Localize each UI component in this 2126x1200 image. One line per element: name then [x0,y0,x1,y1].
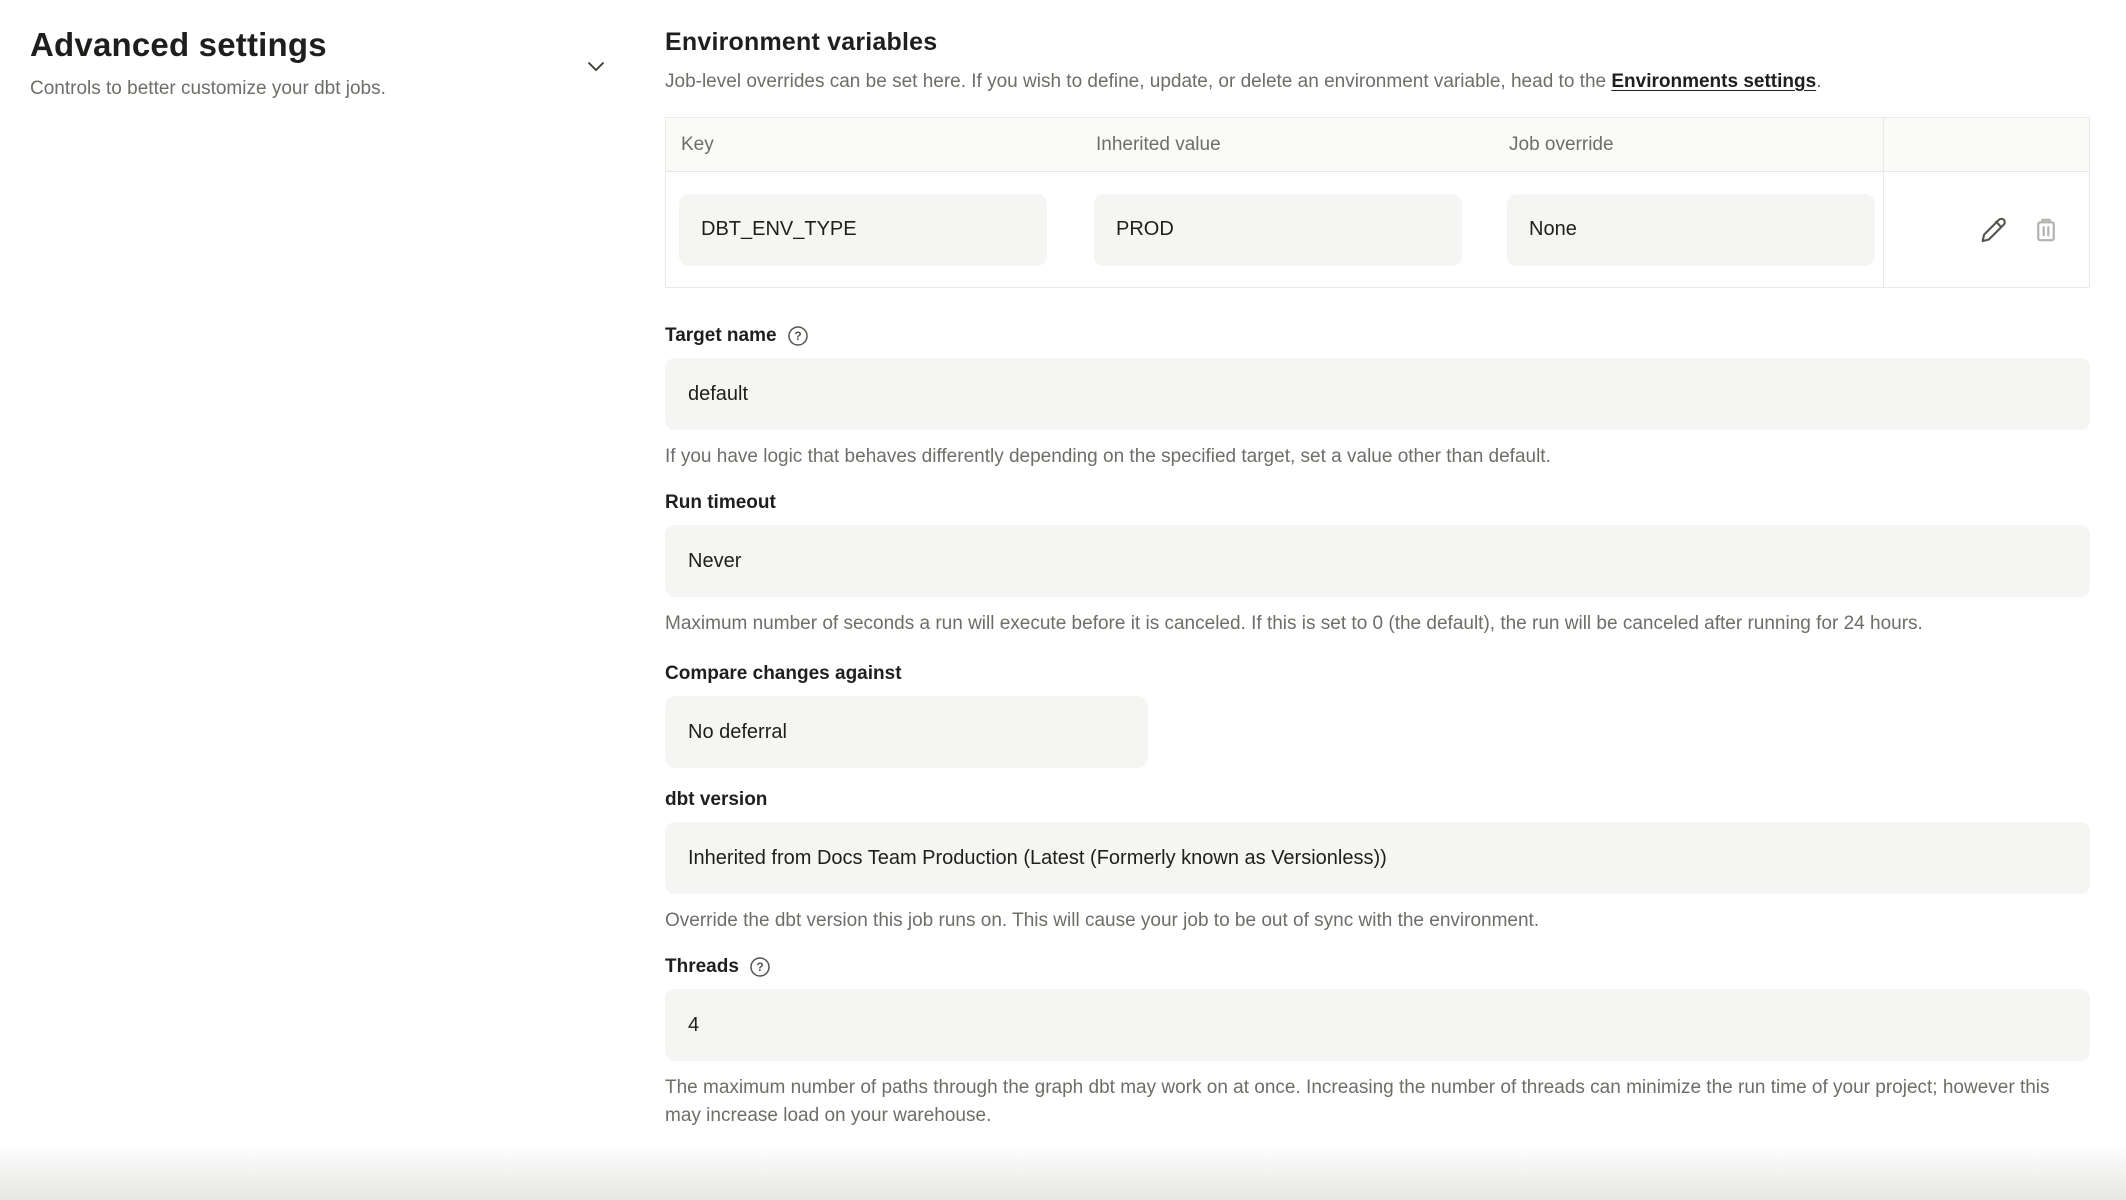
run-timeout-input[interactable] [665,525,2090,597]
env-var-job-override-value: None [1507,194,1875,266]
run-timeout-label: Run timeout [665,491,776,515]
env-vars-table: Key Inherited value Job override DBT_ENV… [665,117,2090,288]
env-vars-description: Job-level overrides can be set here. If … [665,67,2090,97]
env-var-inherited-cell: PROD [1081,172,1494,287]
run-timeout-field: Run timeout Maximum number of seconds a … [665,491,2090,638]
column-header-job-override: Job override [1494,118,1883,171]
threads-help-button[interactable]: ? [748,955,772,979]
table-row: DBT_ENV_TYPE PROD None [666,172,2089,287]
target-name-help-text: If you have logic that behaves different… [665,443,2090,471]
target-name-label: Target name [665,324,777,348]
help-circle-icon: ? [786,324,810,348]
dbt-version-field: dbt version Override the dbt version thi… [665,788,2090,935]
env-vars-description-period: . [1816,71,1821,92]
run-timeout-help-text: Maximum number of seconds a run will exe… [665,610,2090,638]
env-var-override-cell: None [1494,172,1883,287]
env-var-key-value: DBT_ENV_TYPE [679,194,1047,266]
compare-changes-label: Compare changes against [665,662,902,686]
dbt-version-input[interactable] [665,822,2090,894]
pencil-icon [1976,213,2010,247]
threads-field: Threads ? The maximum number of paths th… [665,955,2090,1130]
threads-help-text: The maximum number of paths through the … [665,1074,2090,1130]
environments-settings-link[interactable]: Environments settings [1611,71,1816,92]
env-vars-heading: Environment variables [665,28,2090,57]
delete-env-var-button[interactable] [2027,211,2065,249]
column-header-key: Key [666,118,1081,171]
svg-text:?: ? [756,960,763,974]
advanced-settings-panel-header: Advanced settings Controls to better cus… [0,0,665,1200]
page-subtitle: Controls to better customize your dbt jo… [30,78,665,100]
trash-icon [2030,214,2062,246]
advanced-settings-content: Environment variables Job-level override… [665,0,2090,1130]
dbt-version-help-text: Override the dbt version this job runs o… [665,907,2090,935]
column-header-actions [1883,118,2089,171]
compare-changes-input[interactable] [665,696,1148,768]
env-vars-description-text: Job-level overrides can be set here. If … [665,71,1611,92]
env-var-inherited-value: PROD [1094,194,1462,266]
env-vars-table-header: Key Inherited value Job override [666,118,2089,172]
page-title: Advanced settings [30,26,665,64]
svg-text:?: ? [794,329,801,343]
compare-changes-field: Compare changes against [665,662,2090,768]
edit-env-var-button[interactable] [1974,211,2012,249]
env-var-actions-cell [1883,172,2089,287]
dbt-version-label: dbt version [665,788,767,812]
target-name-field: Target name ? If you have logic that beh… [665,324,2090,471]
collapse-section-button[interactable] [578,48,614,84]
target-name-help-button[interactable]: ? [786,324,810,348]
threads-input[interactable] [665,989,2090,1061]
target-name-input[interactable] [665,358,2090,430]
column-header-inherited-value: Inherited value [1081,118,1494,171]
chevron-down-icon [582,52,610,80]
threads-label: Threads [665,955,739,979]
help-circle-icon: ? [748,955,772,979]
env-var-key-cell: DBT_ENV_TYPE [666,172,1081,287]
